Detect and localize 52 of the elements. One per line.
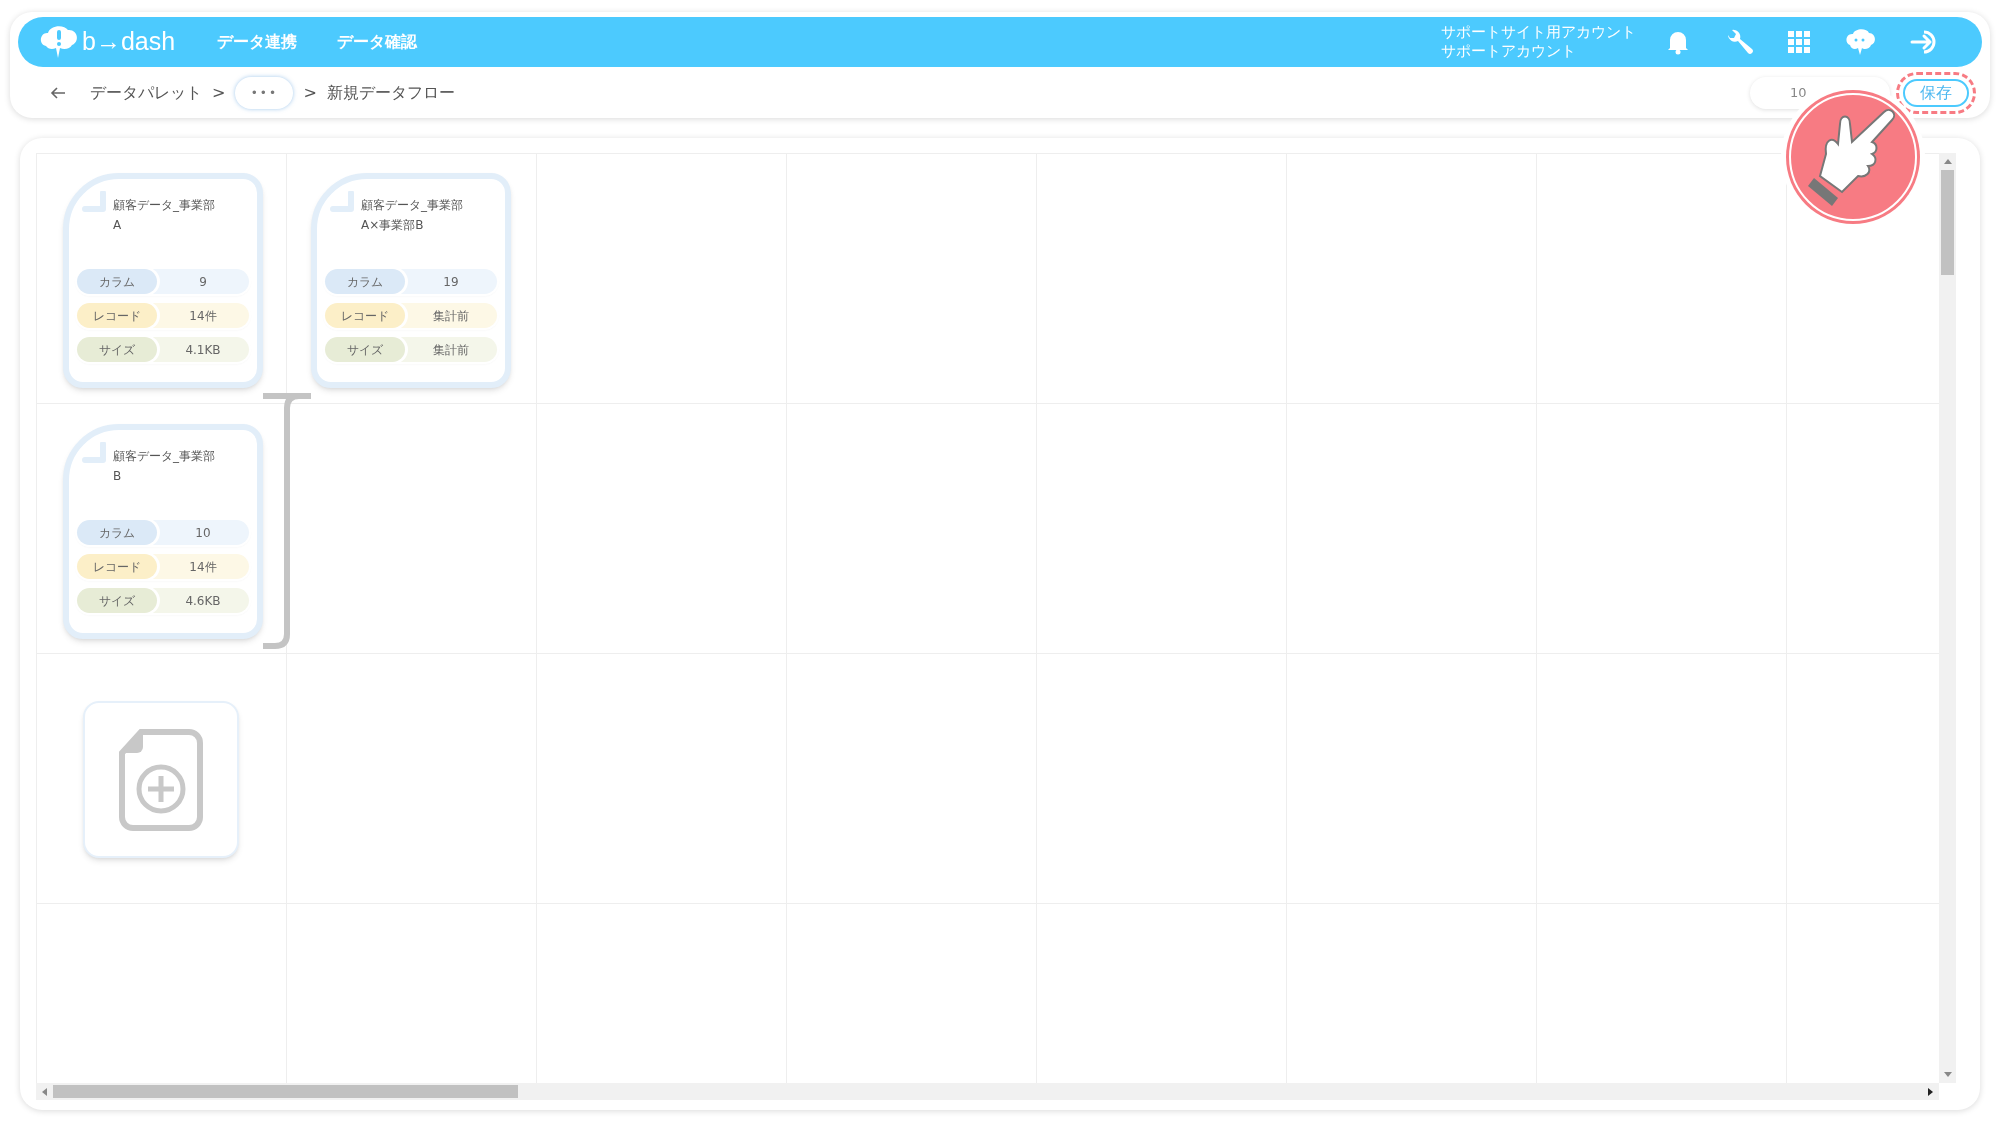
scroll-up-icon[interactable]: [1943, 159, 1952, 164]
breadcrumb-current: 新規データフロー: [326, 81, 455, 104]
node-title: 顧客データ_事業部: [361, 197, 463, 214]
breadcrumb-link[interactable]: データパレット: [90, 80, 202, 105]
stat-label: レコード: [325, 303, 405, 328]
node-title: A×事業部B: [361, 217, 425, 234]
stat-label: カラム: [77, 269, 157, 294]
stat-value: 4.1KB: [184, 341, 222, 359]
file-corner-icon: [81, 191, 107, 215]
stat-label: サイズ: [77, 588, 157, 613]
scrollbar-thumb[interactable]: [1941, 170, 1954, 275]
horizontal-scrollbar[interactable]: [36, 1083, 1939, 1100]
account-name: サポートサイト用アカウント: [1441, 23, 1636, 42]
data-node-card[interactable]: 顧客データ_事業部 B カラム 10 レコード 14件 サイズ 4.6KB: [63, 424, 263, 639]
account-name: サポートアカウント: [1441, 42, 1577, 61]
stat-value: 9: [198, 273, 208, 291]
breadcrumb-separator: >: [212, 81, 226, 104]
stat-value: 19: [442, 273, 460, 291]
grid-icon[interactable]: [1788, 31, 1810, 53]
vertical-scrollbar[interactable]: [1939, 153, 1956, 1083]
stat-value: 集計前: [432, 341, 470, 359]
scroll-down-icon[interactable]: [1943, 1072, 1952, 1077]
stat-label: カラム: [77, 520, 157, 545]
data-node-card[interactable]: 顧客データ_事業部 A×事業部B カラム 19 レコード 集計前 サイズ 集計前: [311, 173, 511, 388]
node-title: B: [113, 468, 123, 485]
bell-icon[interactable]: [1666, 29, 1690, 55]
stat-label: レコード: [77, 554, 157, 579]
scroll-right-icon[interactable]: [1928, 1087, 1933, 1096]
back-arrow-icon[interactable]: [50, 85, 66, 100]
add-file-icon: [119, 728, 203, 831]
node-title: 顧客データ_事業部: [113, 448, 215, 465]
file-corner-icon: [329, 191, 355, 215]
file-corner-icon: [81, 442, 107, 466]
scrollbar-thumb[interactable]: [53, 1085, 518, 1098]
node-title: A: [113, 217, 123, 234]
brand-logo: b→dash: [82, 26, 176, 58]
save-button[interactable]: 保存: [1903, 78, 1969, 107]
stat-label: サイズ: [325, 337, 405, 362]
stat-label: サイズ: [77, 337, 157, 362]
stat-value: 集計前: [432, 307, 470, 325]
node-title: 顧客データ_事業部: [113, 197, 215, 214]
stat-value: 4.6KB: [184, 592, 222, 610]
stat-label: レコード: [77, 303, 157, 328]
stat-label: カラム: [325, 269, 405, 294]
breadcrumb-more-button[interactable]: •••: [235, 76, 294, 109]
scroll-left-icon[interactable]: [42, 1087, 47, 1096]
breadcrumb-separator: >: [303, 81, 317, 104]
add-data-card[interactable]: [83, 701, 239, 858]
stat-value: 14件: [188, 307, 218, 325]
stat-value: 14件: [188, 558, 218, 576]
data-node-card[interactable]: 顧客データ_事業部 A カラム 9 レコード 14件 サイズ 4.1KB: [63, 173, 263, 388]
stat-value: 10: [194, 524, 212, 542]
